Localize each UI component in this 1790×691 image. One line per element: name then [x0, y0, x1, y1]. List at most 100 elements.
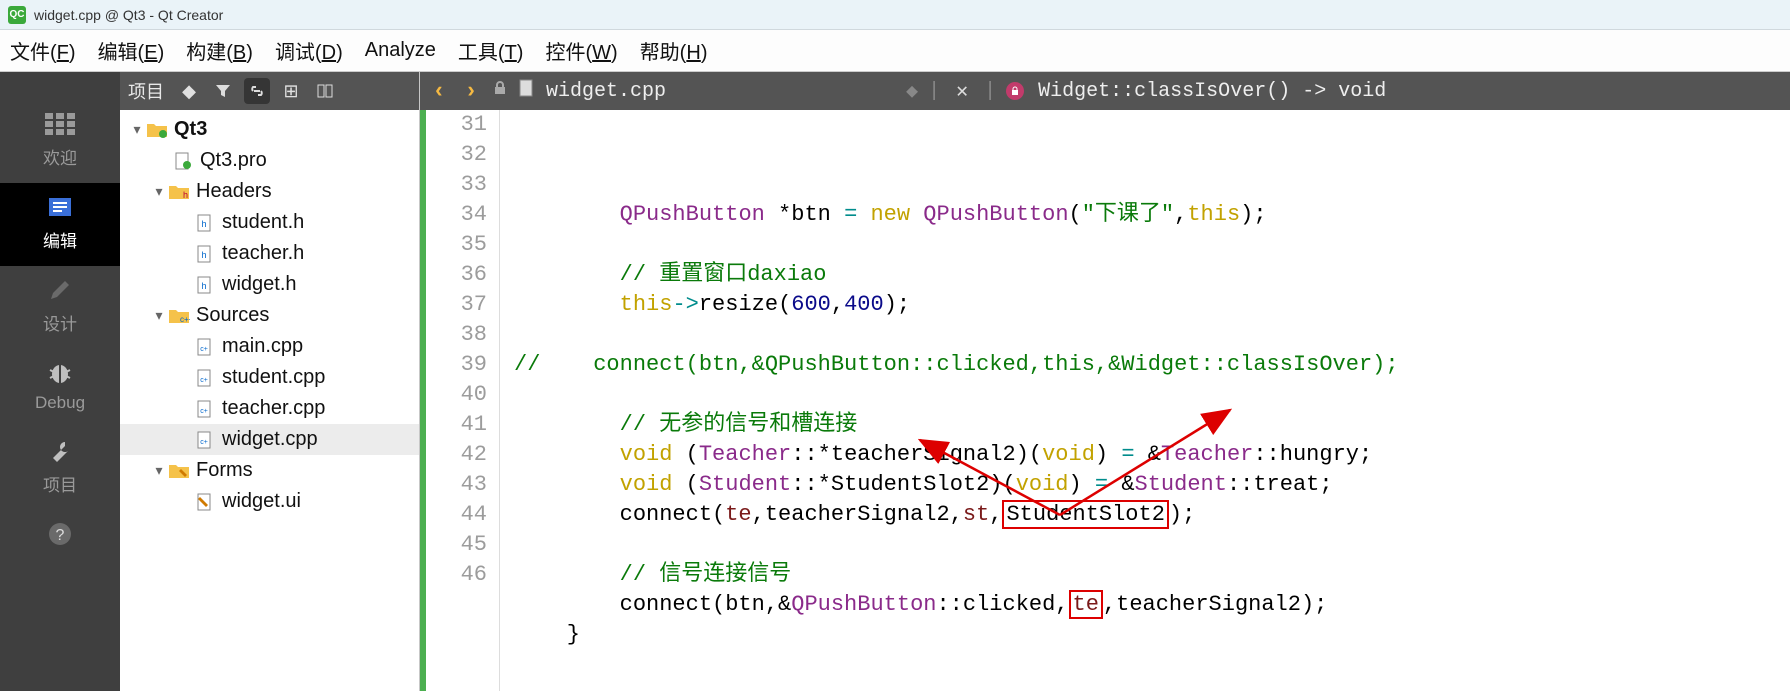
tree-widget-cpp-label: widget.cpp — [222, 428, 318, 451]
mode-welcome-label: 欢迎 — [43, 144, 77, 169]
tree-pro-label: Qt3.pro — [200, 149, 267, 172]
add-icon[interactable]: ⊞ — [278, 78, 304, 104]
mode-debug-label: Debug — [35, 393, 85, 413]
tree-teacher-cpp-label: teacher.cpp — [222, 397, 325, 420]
link-icon[interactable] — [244, 78, 270, 104]
code-editor[interactable]: 31323334353637383940414243444546 QPushBu… — [420, 110, 1790, 691]
cpp-file-icon: c+ — [194, 338, 216, 356]
svg-text:h: h — [201, 219, 206, 229]
tree-widget-ui[interactable]: widget.ui — [120, 486, 419, 517]
grid-icon — [40, 110, 80, 138]
symbol-label[interactable]: Widget::classIsOver() -> void — [1038, 80, 1386, 103]
menu-file[interactable]: 文件(F) — [10, 36, 76, 65]
file-dropdown-icon[interactable]: ◆ — [906, 78, 918, 104]
tree-student-h-label: student.h — [222, 211, 304, 234]
project-toolbar: 项目 ◆ ⊞ — [120, 72, 419, 110]
tree-widget-ui-label: widget.ui — [222, 490, 301, 513]
menu-debug[interactable]: 调试(D) — [275, 36, 343, 65]
svg-text:h: h — [183, 190, 188, 200]
nav-back-icon[interactable]: ‹ — [428, 79, 450, 104]
svg-text:c+: c+ — [200, 439, 208, 446]
tree-student-cpp-label: student.cpp — [222, 366, 325, 389]
edit-icon — [40, 193, 80, 221]
menu-widgets[interactable]: 控件(W) — [545, 36, 617, 65]
tree-widget-h[interactable]: h widget.h — [120, 269, 419, 300]
sources-folder-icon: c++ — [168, 307, 190, 325]
editor-pane: ‹ › widget.cpp ◆ | ✕ | Widget::classIsOv… — [420, 72, 1790, 691]
menu-bar: 文件(F) 编辑(E) 构建(B) 调试(D) Analyze 工具(T) 控件… — [0, 30, 1790, 72]
window-title: widget.cpp @ Qt3 - Qt Creator — [34, 7, 223, 23]
tree-widget-cpp[interactable]: c+ widget.cpp — [120, 424, 419, 455]
tree-headers-label: Headers — [196, 180, 272, 203]
mode-design[interactable]: 设计 — [0, 266, 120, 349]
project-dropdown-icon[interactable]: ◆ — [176, 78, 202, 104]
h-file-icon: h — [194, 245, 216, 263]
filter-icon[interactable] — [210, 78, 236, 104]
tree-widget-h-label: widget.h — [222, 273, 297, 296]
menu-help[interactable]: 帮助(H) — [640, 36, 708, 65]
tree-forms-label: Forms — [196, 459, 253, 482]
tree-main-cpp-label: main.cpp — [222, 335, 303, 358]
member-lock-icon — [1006, 82, 1024, 100]
bug-icon — [40, 359, 80, 387]
pencil-icon — [40, 276, 80, 304]
tree-teacher-h-label: teacher.h — [222, 242, 304, 265]
tree-root-label: Qt3 — [174, 118, 207, 141]
tree-pro-file[interactable]: Qt3.pro — [120, 145, 419, 176]
title-bar: QC widget.cpp @ Qt3 - Qt Creator — [0, 0, 1790, 30]
headers-folder-icon: h — [168, 183, 190, 201]
file-type-icon — [518, 79, 536, 104]
project-tree[interactable]: ▾ Qt3 Qt3.pro ▾ h Headers — [120, 110, 419, 521]
code-content[interactable]: QPushButton *btn = new QPushButton("下课了"… — [500, 110, 1790, 691]
menu-build[interactable]: 构建(B) — [186, 36, 253, 65]
line-number-gutter: 31323334353637383940414243444546 — [420, 110, 500, 691]
nav-forward-icon[interactable]: › — [460, 79, 482, 104]
h-file-icon: h — [194, 214, 216, 232]
tree-student-h[interactable]: h student.h — [120, 207, 419, 238]
editor-toolbar: ‹ › widget.cpp ◆ | ✕ | Widget::classIsOv… — [420, 72, 1790, 110]
cpp-file-icon: c+ — [194, 431, 216, 449]
svg-text:c++: c++ — [180, 315, 190, 324]
menu-edit[interactable]: 编辑(E) — [98, 36, 165, 65]
forms-folder-icon — [168, 462, 190, 480]
mode-projects-label: 项目 — [43, 471, 77, 496]
menu-tools[interactable]: 工具(T) — [458, 36, 524, 65]
tree-sources[interactable]: ▾ c++ Sources — [120, 300, 419, 331]
tree-teacher-cpp[interactable]: c+ teacher.cpp — [120, 393, 419, 424]
mode-debug[interactable]: Debug — [0, 349, 120, 427]
mode-design-label: 设计 — [43, 310, 77, 335]
cpp-file-icon: c+ — [194, 369, 216, 387]
svg-text:c+: c+ — [200, 346, 208, 353]
current-file-label[interactable]: widget.cpp — [546, 80, 666, 103]
app-icon: QC — [8, 6, 26, 24]
svg-text:?: ? — [56, 527, 65, 544]
tree-root[interactable]: ▾ Qt3 — [120, 114, 419, 145]
tree-student-cpp[interactable]: c+ student.cpp — [120, 362, 419, 393]
lock-icon[interactable] — [492, 80, 508, 103]
mode-welcome[interactable]: 欢迎 — [0, 100, 120, 183]
svg-text:h: h — [201, 250, 206, 260]
help-icon: ? — [40, 520, 80, 548]
project-pane: 项目 ◆ ⊞ ▾ Qt3 — [120, 72, 420, 691]
svg-text:h: h — [201, 281, 206, 291]
close-editor-icon[interactable]: ✕ — [956, 78, 968, 104]
tree-teacher-h[interactable]: h teacher.h — [120, 238, 419, 269]
tree-headers[interactable]: ▾ h Headers — [120, 176, 419, 207]
svg-text:c+: c+ — [200, 377, 208, 384]
tree-main-cpp[interactable]: c+ main.cpp — [120, 331, 419, 362]
cpp-file-icon: c+ — [194, 400, 216, 418]
menu-analyze[interactable]: Analyze — [365, 39, 436, 62]
split-icon[interactable] — [312, 78, 338, 104]
mode-selector: 欢迎 编辑 设计 Debug 项目 ? — [0, 72, 120, 691]
ui-file-icon — [194, 493, 216, 511]
pro-file-icon — [172, 152, 194, 170]
mode-edit[interactable]: 编辑 — [0, 183, 120, 266]
tree-forms[interactable]: ▾ Forms — [120, 455, 419, 486]
h-file-icon: h — [194, 276, 216, 294]
svg-text:c+: c+ — [200, 408, 208, 415]
project-selector-label[interactable]: 项目 — [128, 78, 164, 104]
mode-help[interactable]: ? — [0, 510, 120, 568]
mode-projects[interactable]: 项目 — [0, 427, 120, 510]
wrench-icon — [40, 437, 80, 465]
tree-sources-label: Sources — [196, 304, 269, 327]
